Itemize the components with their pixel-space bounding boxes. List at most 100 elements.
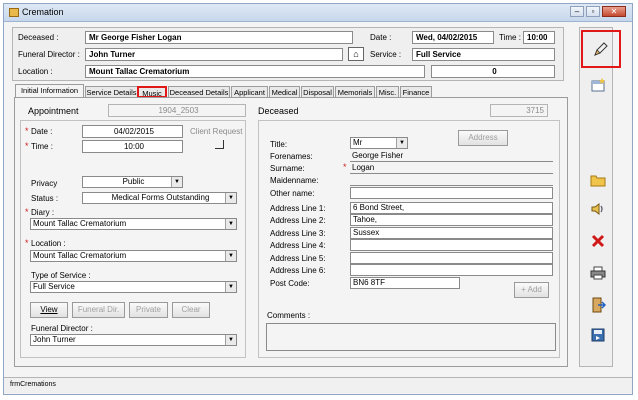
service-label: Service : [370,50,402,59]
appointment-label: Appointment [28,106,79,116]
maidenname-label: Maidenname: [270,176,319,185]
type-of-service-select[interactable]: Full Service ▼ [30,281,237,293]
appt-date-field[interactable]: 04/02/2015 [82,125,183,138]
title-label: Title: [270,140,288,149]
funeral-director-sub-label: Funeral Director : [31,324,93,333]
location-value: Mount Tallac Crematorium [33,251,127,260]
chevron-down-icon: ▼ [225,251,236,261]
status-bar [4,377,632,393]
clear-button[interactable]: Clear [172,302,210,318]
surname-field[interactable]: Logan [350,162,553,174]
view-button[interactable]: View [30,302,68,318]
new-record-button[interactable] [584,72,610,96]
appt-time-label: Time : [31,142,53,151]
open-button[interactable] [584,167,610,191]
funeral-director-label: Funeral Director : [18,50,80,59]
folder-icon [590,175,606,187]
title-bar[interactable] [4,4,632,22]
privacy-select[interactable]: Public ▼ [82,176,183,188]
address-line-5-field[interactable] [350,252,553,264]
minimize-button[interactable]: – [570,6,584,17]
delete-icon [591,234,605,248]
date-field: Wed, 04/02/2015 [412,31,494,44]
comments-label: Comments : [267,311,311,320]
close-button[interactable]: ✕ [602,6,626,17]
post-code-field[interactable]: BN6 8TF [350,277,460,289]
print-icon [590,266,606,280]
maximize-button[interactable]: ▫ [586,6,600,17]
address-line-5-label: Address Line 5: [270,254,326,263]
address-line-6-label: Address Line 6: [270,266,326,275]
status-value: Medical Forms Outstanding [111,193,210,202]
directory-icon[interactable]: ⌂ [348,47,364,61]
date-label: Date : [370,33,392,42]
delete-button[interactable] [584,228,610,252]
required-marker: * [25,207,29,217]
funeral-director-select[interactable]: John Turner ▼ [30,334,237,346]
diary-select[interactable]: Mount Tallac Crematorium ▼ [30,218,237,230]
surname-label: Surname: [270,164,305,173]
app-icon [9,8,19,17]
appointment-ref-field: 1904_2503 [108,104,246,117]
save-icon [591,328,605,342]
title-value: Mr [353,138,363,147]
window-title: Cremation [22,7,64,17]
forenames-field[interactable]: George Fisher [350,150,553,162]
sound-button[interactable] [584,196,610,220]
chevron-down-icon: ▼ [225,193,236,203]
type-of-service-value: Full Service [33,282,75,291]
address-button[interactable]: Address [458,130,508,146]
location-label: Location : [18,67,53,76]
appt-date-label: Date : [31,127,53,136]
exit-button[interactable] [584,292,610,316]
location-field: Mount Tallac Crematorium [85,65,425,78]
print-button[interactable] [584,260,610,284]
required-marker: * [25,238,29,248]
appt-location-label: Location : [31,239,66,248]
chevron-down-icon: ▼ [225,335,236,345]
appt-time-field[interactable]: 10:00 [82,140,183,153]
time-field: 10:00 [523,31,555,44]
address-line-3-field[interactable]: Sussex [350,227,553,239]
chevron-down-icon: ▼ [171,177,182,187]
post-code-label: Post Code: [270,279,310,288]
required-marker: * [343,162,347,172]
client-request-checkbox[interactable] [215,140,224,149]
client-request-label: Client Request [190,127,243,136]
funeral-dir-button[interactable]: Funeral Dir. [72,302,125,318]
address-line-2-label: Address Line 2: [270,216,326,225]
diary-value: Mount Tallac Crematorium [33,219,127,228]
address-line-6-field[interactable] [350,264,553,276]
other-name-field[interactable] [350,187,553,199]
chevron-down-icon: ▼ [225,219,236,229]
address-line-3-label: Address Line 3: [270,229,326,238]
address-line-4-field[interactable] [350,239,553,251]
title-select[interactable]: Mr ▼ [350,137,408,149]
diary-label: Diary : [31,208,55,217]
deceased-section-label: Deceased [258,106,299,116]
sound-icon [591,203,603,215]
exit-icon [592,297,606,313]
address-line-1-label: Address Line 1: [270,204,326,213]
forenames-label: Forenames: [270,152,313,161]
location-select[interactable]: Mount Tallac Crematorium ▼ [30,250,237,262]
privacy-value: Public [122,177,145,186]
address-line-2-field[interactable]: Tahoe, [350,214,553,226]
count-field: 0 [431,65,555,78]
new-record-icon [591,78,605,92]
address-line-1-field[interactable]: 6 Bond Street, [350,202,553,214]
deceased-ref-field: 3715 [490,104,548,117]
edit-button[interactable] [581,30,621,68]
save-button[interactable] [584,322,610,346]
address-line-4-label: Address Line 4: [270,241,326,250]
add-button[interactable]: + Add [514,282,549,298]
required-marker: * [25,126,29,136]
private-button[interactable]: Private [129,302,168,318]
status-select[interactable]: Medical Forms Outstanding ▼ [82,192,237,204]
tab-initial-information[interactable]: Initial Information [15,84,84,98]
comments-field[interactable] [266,323,556,351]
chevron-down-icon: ▼ [396,138,407,148]
type-of-service-label: Type of Service : [31,271,91,280]
maidenname-field[interactable] [350,174,553,186]
funeral-director-field: John Turner [85,48,343,61]
